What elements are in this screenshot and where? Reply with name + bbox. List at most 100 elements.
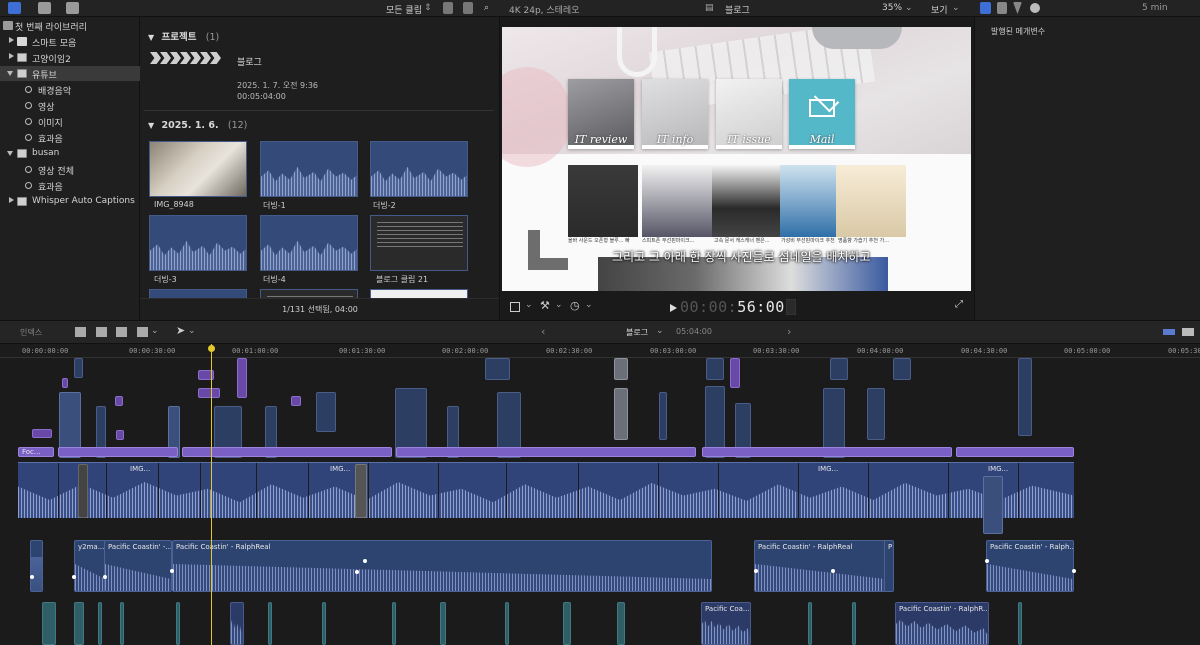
title-clip[interactable] bbox=[730, 358, 740, 388]
clip-thumbnail[interactable] bbox=[260, 141, 358, 197]
history-back-icon[interactable]: ‹ bbox=[541, 325, 545, 338]
timeline[interactable]: Foc... IMG... IMG... IMG... IMG... y2ma.… bbox=[0, 358, 1200, 645]
view-menu[interactable]: 보기 bbox=[931, 3, 948, 16]
clip-appearance-icon[interactable] bbox=[443, 2, 453, 14]
keyframe-icon[interactable] bbox=[355, 570, 359, 574]
connected-clip[interactable] bbox=[659, 392, 667, 440]
music-clip[interactable]: Pacific Coastin' - RalphReal bbox=[172, 540, 712, 592]
chevron-down-icon[interactable]: ⌄ bbox=[585, 300, 593, 310]
sfx-clip[interactable]: Pacific Coastin' - RalphR... bbox=[895, 602, 989, 645]
color-inspector-icon[interactable] bbox=[1013, 2, 1022, 14]
title-clip[interactable] bbox=[702, 447, 952, 457]
sidebar-item-keyword[interactable]: 효과음 bbox=[0, 130, 140, 145]
zoom-menu[interactable]: 35% bbox=[882, 3, 902, 13]
sidebar-item-keyword[interactable]: 영상 bbox=[0, 98, 140, 113]
connected-clip[interactable] bbox=[614, 388, 628, 440]
sidebar-item-keyword[interactable]: 효과음 bbox=[0, 178, 140, 193]
projects-section-header[interactable]: ▼ 프로젝트 (1) bbox=[148, 29, 219, 43]
enhance-icon[interactable]: ⚒ bbox=[540, 299, 550, 312]
connected-clip[interactable] bbox=[867, 388, 885, 440]
keyframe-icon[interactable] bbox=[985, 559, 989, 563]
sidebar-item-keyword[interactable]: 배경음악 bbox=[0, 82, 140, 97]
sfx-clip[interactable] bbox=[808, 602, 812, 645]
sfx-clip[interactable] bbox=[176, 602, 180, 645]
title-clip[interactable] bbox=[956, 447, 1074, 457]
keyframe-icon[interactable] bbox=[1072, 569, 1076, 573]
sidebar-item-library[interactable]: 첫 번째 라이브러리 bbox=[0, 18, 140, 33]
sfx-clip[interactable] bbox=[42, 602, 56, 645]
connected-clip[interactable] bbox=[706, 358, 724, 380]
sidebar-item-event[interactable]: 고양이임2 bbox=[0, 50, 140, 65]
keyframe-icon[interactable] bbox=[754, 569, 758, 573]
sidebar-item-smart-collections[interactable]: 스마트 모음 bbox=[0, 34, 140, 49]
timeline-ruler[interactable]: 00:00:00:00 00:00:30:00 00:01:00:00 00:0… bbox=[0, 344, 1200, 358]
connected-clip[interactable] bbox=[485, 358, 510, 380]
video-inspector-icon[interactable] bbox=[997, 2, 1007, 14]
sfx-clip[interactable] bbox=[120, 602, 124, 645]
clip-thumbnail[interactable] bbox=[370, 141, 468, 197]
library-icon[interactable] bbox=[8, 2, 21, 14]
clip-height-icon[interactable] bbox=[1182, 328, 1194, 336]
sidebar-item-busan[interactable]: busan bbox=[0, 146, 140, 161]
insert-clip-icon[interactable] bbox=[96, 327, 107, 337]
fullscreen-icon[interactable]: ⤢ bbox=[955, 299, 963, 310]
primary-storyline[interactable]: IMG... IMG... IMG... IMG... bbox=[18, 462, 1074, 518]
connected-clip[interactable] bbox=[614, 358, 628, 380]
connected-clip[interactable] bbox=[983, 476, 1003, 534]
connected-clip[interactable] bbox=[316, 392, 336, 432]
music-clip[interactable]: P bbox=[884, 540, 894, 592]
sfx-clip[interactable] bbox=[268, 602, 272, 645]
disclosure-triangle-icon[interactable] bbox=[9, 53, 14, 59]
disclosure-triangle-icon[interactable] bbox=[7, 71, 13, 76]
music-clip[interactable]: Pacific Coastin' - Ralph... bbox=[986, 540, 1074, 592]
disclosure-triangle-icon[interactable] bbox=[9, 197, 14, 203]
chevron-down-icon[interactable]: ▼ bbox=[148, 121, 154, 130]
title-clip[interactable] bbox=[198, 388, 220, 398]
sfx-clip[interactable] bbox=[440, 602, 446, 645]
sfx-clip[interactable]: Pacific Coa... bbox=[701, 602, 751, 645]
connected-clip[interactable] bbox=[830, 358, 848, 380]
sfx-clip[interactable] bbox=[392, 602, 396, 645]
sfx-clip[interactable] bbox=[230, 602, 244, 645]
browser-filter[interactable]: 모든 클립 bbox=[386, 3, 422, 16]
keyframe-icon[interactable] bbox=[831, 569, 835, 573]
overwrite-clip-icon[interactable] bbox=[137, 327, 148, 337]
gap-clip[interactable] bbox=[355, 464, 367, 518]
title-clip[interactable] bbox=[62, 378, 68, 388]
disclosure-triangle-icon[interactable] bbox=[7, 151, 13, 156]
append-clip-icon[interactable] bbox=[116, 327, 127, 337]
date-section-header[interactable]: ▼ 2025. 1. 6. (12) bbox=[148, 120, 247, 131]
clip-thumbnail[interactable] bbox=[260, 215, 358, 271]
speed-icon[interactable]: ◷ bbox=[570, 299, 580, 312]
keyframe-icon[interactable] bbox=[103, 575, 107, 579]
sidebar-item-keyword[interactable]: 이미지 bbox=[0, 114, 140, 129]
keyframe-icon[interactable] bbox=[363, 559, 367, 563]
viewer-canvas[interactable]: IT review IT info IT issue Mail 올바 사운드 오… bbox=[502, 27, 971, 291]
music-clip[interactable]: y2ma... bbox=[74, 540, 106, 592]
photos-icon[interactable] bbox=[38, 2, 51, 14]
title-clip[interactable] bbox=[291, 396, 301, 406]
keyframe-icon[interactable] bbox=[30, 575, 34, 579]
connected-clip[interactable] bbox=[74, 358, 83, 378]
filmstrip-icon[interactable] bbox=[463, 2, 473, 14]
chevron-down-icon[interactable]: ⌄ bbox=[525, 300, 533, 310]
sidebar-item-keyword[interactable]: 영상 전체 bbox=[0, 162, 140, 177]
title-clip[interactable] bbox=[115, 396, 123, 406]
title-clip[interactable] bbox=[182, 447, 392, 457]
sidebar-item-youtube[interactable]: 유튜브 bbox=[0, 66, 140, 81]
project-name[interactable]: 블로그 bbox=[237, 55, 262, 68]
updown-icon[interactable]: ⇕ bbox=[424, 3, 432, 13]
clip-thumbnail[interactable] bbox=[149, 215, 247, 271]
chevron-down-icon[interactable]: ⌄ bbox=[151, 326, 159, 336]
title-clip[interactable] bbox=[237, 358, 247, 398]
inspector-title-icon[interactable] bbox=[980, 2, 991, 14]
connected-clip[interactable] bbox=[1018, 358, 1032, 436]
disclosure-triangle-icon[interactable] bbox=[9, 37, 14, 43]
chevron-down-icon[interactable]: ⌄ bbox=[952, 3, 960, 13]
sfx-clip[interactable] bbox=[563, 602, 571, 645]
chevron-down-icon[interactable]: ⌄ bbox=[555, 300, 563, 310]
keyframe-icon[interactable] bbox=[170, 569, 174, 573]
sfx-clip[interactable] bbox=[1018, 602, 1022, 645]
audio-lanes-icon[interactable] bbox=[1163, 329, 1175, 335]
title-clip[interactable]: Foc... bbox=[18, 447, 54, 457]
